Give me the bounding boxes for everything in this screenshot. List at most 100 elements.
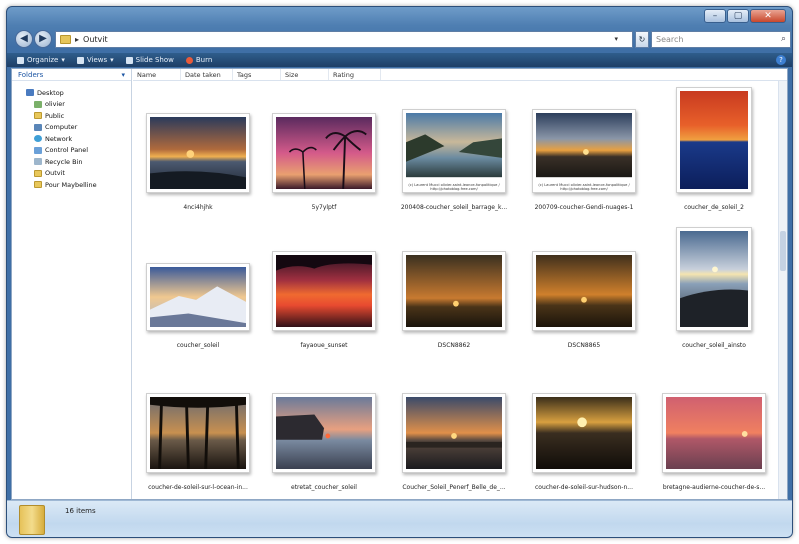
tree-item-label: Control Panel <box>45 146 89 155</box>
control-panel-icon <box>34 146 42 154</box>
column-header-rating[interactable]: Rating <box>329 69 381 80</box>
file-name: coucher_soleil_ainsto <box>682 342 746 349</box>
tree-item-outvit[interactable]: Outvit <box>26 168 131 180</box>
file-name: fayaoue_sunset <box>300 342 348 349</box>
tree-item-label: Recycle Bin <box>45 157 83 166</box>
minimize-button[interactable]: – <box>704 9 726 23</box>
thumbnail-grid: 4nci4hjhk 5y7ylptf (c) Laurent Mucci oli… <box>133 81 777 499</box>
thumbnail-image <box>680 91 748 189</box>
file-item[interactable]: coucher-de-soleil-sur-hudson-n... <box>519 361 649 501</box>
file-item[interactable]: DSCN8865 <box>519 219 649 359</box>
file-name: 5y7ylptf <box>311 204 337 211</box>
search-placeholder: Search <box>656 35 684 44</box>
file-name: 4nci4hjhk <box>183 204 213 211</box>
item-count: 16 items <box>65 507 96 515</box>
file-item[interactable]: etretat_coucher_soleil <box>259 361 389 501</box>
file-item[interactable]: 5y7ylptf <box>259 81 389 221</box>
thumbnail-image <box>276 397 372 469</box>
file-item[interactable]: coucher_soleil_ainsto <box>649 219 779 359</box>
thumbnail-image <box>406 113 502 189</box>
tree-item-label: Pour Maybelline <box>45 180 97 189</box>
tree-item-network[interactable]: Network <box>26 133 131 145</box>
file-name: coucher-de-soleil-sur-l-ocean-in... <box>148 484 248 491</box>
tree-item-computer[interactable]: Computer <box>26 122 131 134</box>
folders-header-label: Folders <box>18 71 44 79</box>
file-name: 200408-coucher_soleil_barrage_k... <box>400 204 508 211</box>
refresh-button[interactable]: ↻ <box>635 31 649 48</box>
file-item[interactable]: DSCN8862 <box>389 219 519 359</box>
burn-button[interactable]: Burn <box>185 56 212 64</box>
chevron-down-icon[interactable]: ▾ <box>614 35 618 43</box>
maximize-button[interactable]: ▢ <box>727 9 749 23</box>
watermark-text: (c) Laurent Mucci olivier-saint-leonce-f… <box>408 183 500 191</box>
search-input[interactable]: Search ⌕ <box>651 31 791 48</box>
thumbnail-frame <box>676 87 752 193</box>
explorer-window: – ▢ ✕ ◀ ▶ ▸ Outvit ▾ ↻ Search ⌕ Organize… <box>6 6 793 538</box>
tree-item-label: Public <box>45 111 65 120</box>
back-button[interactable]: ◀ <box>15 30 33 48</box>
file-item[interactable]: 4nci4hjhk <box>133 81 263 221</box>
thumbnail-frame <box>402 393 506 473</box>
folder-icon <box>34 169 42 177</box>
file-item[interactable]: Coucher_Soleil_Penerf_Belle_de_... <box>389 361 519 501</box>
thumbnail-frame <box>532 251 636 331</box>
slideshow-button[interactable]: Slide Show <box>125 56 174 64</box>
search-icon[interactable]: ⌕ <box>781 34 786 44</box>
column-header-date-taken[interactable]: Date taken <box>181 69 233 80</box>
file-name: bretagne-audierne-coucher-de-s... <box>662 484 766 491</box>
thumbnail-frame: (c) Laurent Mucci olivier-saint-leonce-f… <box>532 109 636 193</box>
file-name: coucher-de-soleil-sur-hudson-n... <box>534 484 633 491</box>
forward-button[interactable]: ▶ <box>34 30 52 48</box>
file-item[interactable]: coucher_soleil <box>133 219 263 359</box>
file-item[interactable]: coucher_de_soleil_2 <box>649 81 779 221</box>
file-item[interactable]: bretagne-audierne-coucher-de-s... <box>649 361 779 501</box>
address-row: ◀ ▶ ▸ Outvit ▾ ↻ Search ⌕ <box>7 29 792 51</box>
thumbnail-frame <box>146 263 250 331</box>
file-item[interactable]: coucher-de-soleil-sur-l-ocean-in... <box>133 361 263 501</box>
tree-item-olivier[interactable]: olivier <box>26 99 131 111</box>
tree-item-public[interactable]: Public <box>26 110 131 122</box>
organize-icon <box>17 56 24 64</box>
thumbnail-frame <box>272 113 376 193</box>
tree-item-desktop[interactable]: Desktop <box>26 87 131 99</box>
column-header-tags[interactable]: Tags <box>233 69 281 80</box>
address-path: Outvit <box>83 35 108 44</box>
views-label: Views <box>86 56 108 64</box>
scrollbar-thumb[interactable] <box>780 231 786 271</box>
file-name: coucher_soleil <box>176 342 220 349</box>
thumbnail-image <box>276 255 372 327</box>
desktop-icon <box>26 89 34 97</box>
vertical-scrollbar[interactable] <box>778 81 787 499</box>
thumbnail-image <box>276 117 372 190</box>
tree-item-recycle-bin[interactable]: Recycle Bin <box>26 156 131 168</box>
organize-button[interactable]: Organize ▾ <box>17 56 65 64</box>
tree-item-control-panel[interactable]: Control Panel <box>26 145 131 157</box>
column-header-name[interactable]: Name <box>133 69 181 80</box>
thumbnail-frame <box>676 227 752 331</box>
folders-header[interactable]: Folders ▾ <box>12 69 131 81</box>
organize-label: Organize <box>27 56 59 64</box>
file-item[interactable]: fayaoue_sunset <box>259 219 389 359</box>
thumbnail-image <box>666 397 762 469</box>
tree-item-label: Computer <box>45 123 78 132</box>
file-name: 200709-coucher-Gendi-nuages-1 <box>534 204 634 211</box>
address-bar[interactable]: ▸ Outvit ▾ <box>55 31 633 48</box>
thumbnail-image <box>680 231 748 327</box>
thumbnail-frame <box>662 393 766 473</box>
thumbnail-image <box>150 117 246 189</box>
network-icon <box>34 135 42 143</box>
file-name: DSCN8865 <box>567 342 601 349</box>
views-button[interactable]: Views ▾ <box>76 56 114 64</box>
close-button[interactable]: ✕ <box>750 9 786 23</box>
file-item[interactable]: (c) Laurent Mucci olivier-saint-leonce-f… <box>519 81 649 221</box>
thumbnail-frame: (c) Laurent Mucci olivier-saint-leonce-f… <box>402 109 506 193</box>
thumbnail-image <box>536 113 632 189</box>
help-icon[interactable]: ? <box>776 55 786 65</box>
file-item[interactable]: (c) Laurent Mucci olivier-saint-leonce-f… <box>389 81 519 221</box>
folder-tree: Desktop olivier Public Computer Network <box>12 81 131 191</box>
file-name: coucher_de_soleil_2 <box>684 204 744 211</box>
watermark-text: (c) Laurent Mucci olivier-saint-leonce-f… <box>538 183 630 191</box>
tree-item-pour-maybelline[interactable]: Pour Maybelline <box>26 179 131 191</box>
column-header-size[interactable]: Size <box>281 69 329 80</box>
thumbnail-frame <box>146 113 250 193</box>
